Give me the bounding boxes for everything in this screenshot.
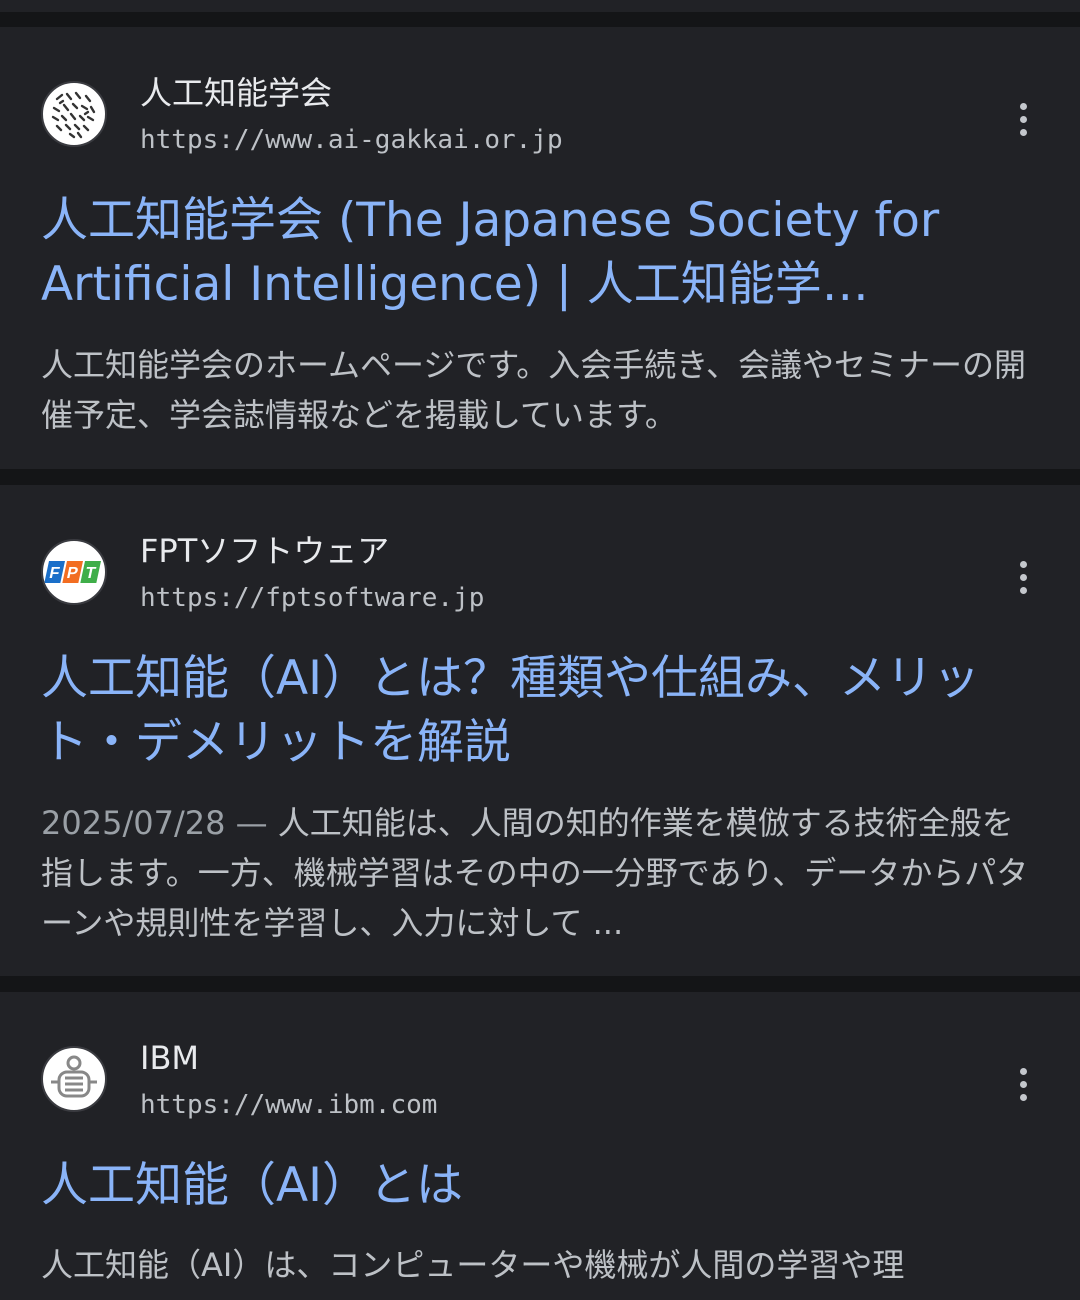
result-title-link[interactable]: 人工知能（AI）とは？種類や仕組み、メリット・デメリットを解説 <box>41 647 1041 775</box>
search-result-card[interactable]: F P T FPTソフトウェア https://fptsoftware.jp 人… <box>0 485 1080 976</box>
result-title-link[interactable]: 人工知能（AI）とは <box>41 1154 1041 1218</box>
ibm-logo-icon <box>41 1046 107 1112</box>
result-snippet: 人工知能（AI）は、コンピューターや機械が人間の学習や理 <box>41 1246 905 1284</box>
date-separator: — <box>225 804 278 842</box>
previous-result-card <box>0 0 1080 12</box>
site-url: https://www.ibm.com <box>140 1090 438 1120</box>
more-options-menu-icon[interactable] <box>1004 1060 1042 1108</box>
site-name: FPTソフトウェア <box>140 532 390 570</box>
result-snippet: 人工知能学会のホームページです。入会手続き、会議やセミナーの開催予定、学会誌情報… <box>41 346 1026 434</box>
result-date: 2025/07/28 <box>41 804 226 842</box>
site-name: IBM <box>140 1039 199 1077</box>
more-options-menu-icon[interactable] <box>1004 553 1042 601</box>
site-url: https://www.ai-gakkai.or.jp <box>140 125 563 155</box>
search-results-page: 人工知能学会 https://www.ai-gakkai.or.jp 人工知能学… <box>0 0 1080 1300</box>
search-result-card[interactable]: 人工知能学会 https://www.ai-gakkai.or.jp 人工知能学… <box>0 27 1080 469</box>
more-options-menu-icon[interactable] <box>1004 95 1042 143</box>
result-snippet: 2025/07/28 — 人工知能は、人間の知的作業を模倣する技術全般を指します… <box>41 798 1031 948</box>
ai-gakkai-logo-icon <box>41 81 107 147</box>
search-result-card[interactable]: IBM https://www.ibm.com 人工知能（AI）とは 人工知能（… <box>0 992 1080 1300</box>
site-name: 人工知能学会 <box>140 74 333 112</box>
fpt-logo-icon: F P T <box>41 539 107 605</box>
result-title-link[interactable]: 人工知能学会 (The Japanese Society for Artific… <box>41 189 1041 317</box>
site-url: https://fptsoftware.jp <box>140 583 485 613</box>
